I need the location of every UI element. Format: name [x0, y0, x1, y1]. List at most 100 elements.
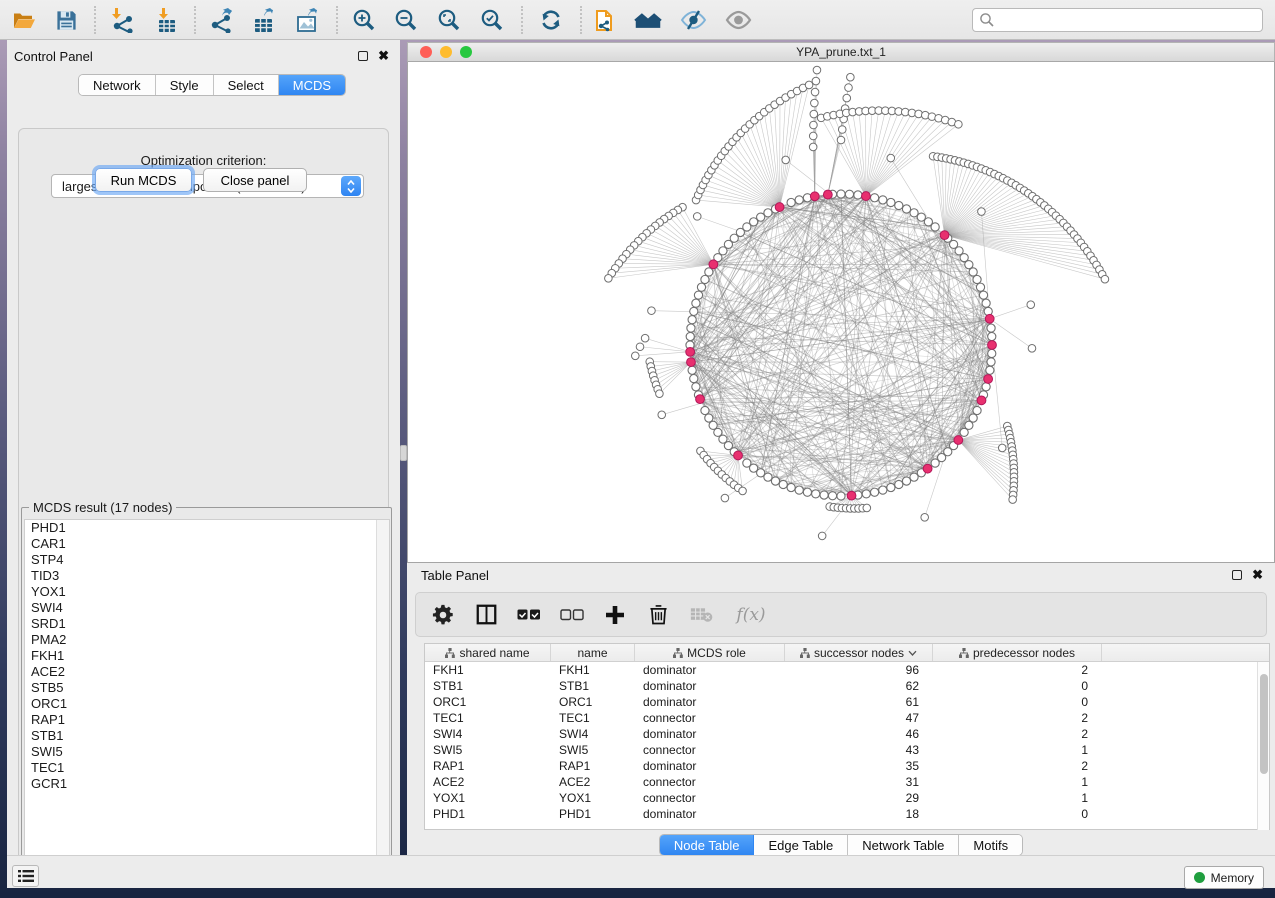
- network-node[interactable]: [837, 492, 845, 500]
- network-node[interactable]: [986, 366, 994, 374]
- leaf-node[interactable]: [810, 121, 818, 129]
- mcds-result-item[interactable]: SWI4: [25, 600, 389, 616]
- leaf-node[interactable]: [656, 390, 664, 398]
- network-node[interactable]: [988, 349, 996, 357]
- leaf-node[interactable]: [845, 84, 853, 92]
- network-node[interactable]: [895, 201, 903, 209]
- leaf-node[interactable]: [812, 77, 820, 85]
- network-node[interactable]: [705, 414, 713, 422]
- table-row[interactable]: YOX1YOX1connector291: [425, 790, 1269, 806]
- network-node[interactable]: [871, 488, 879, 496]
- network-graph[interactable]: [408, 62, 1274, 561]
- leaf-node[interactable]: [809, 132, 817, 140]
- network-node[interactable]: [795, 486, 803, 494]
- zoom-fit-button[interactable]: [435, 7, 463, 33]
- leaf-node[interactable]: [978, 208, 986, 216]
- mcds-result-list[interactable]: PHD1CAR1STP4TID3YOX1SWI4SRD1PMA2FKH1ACE2…: [24, 519, 390, 876]
- tab-mcds[interactable]: MCDS: [279, 75, 345, 95]
- save-session-button[interactable]: [52, 7, 80, 33]
- mcds-result-item[interactable]: SRD1: [25, 616, 389, 632]
- mcds-result-item[interactable]: STB1: [25, 728, 389, 744]
- select-all-rows-button[interactable]: [516, 602, 542, 628]
- network-node[interactable]: [690, 307, 698, 315]
- column-header-predecessor-nodes[interactable]: predecessor nodes: [933, 644, 1102, 661]
- tab-style[interactable]: Style: [156, 75, 214, 95]
- network-node[interactable]: [795, 196, 803, 204]
- mcds-result-item[interactable]: TID3: [25, 568, 389, 584]
- leaf-node[interactable]: [782, 156, 790, 164]
- column-header-mcds-role[interactable]: MCDS role: [635, 644, 785, 661]
- table-row[interactable]: ACE2ACE2connector311: [425, 774, 1269, 790]
- mcds-result-item[interactable]: SWI5: [25, 744, 389, 760]
- column-header-shared-name[interactable]: shared name: [425, 644, 551, 661]
- show-all-button[interactable]: [724, 7, 752, 33]
- mcds-result-item[interactable]: TEC1: [25, 760, 389, 776]
- table-row[interactable]: TEC1TEC1connector472: [425, 710, 1269, 726]
- mcds-result-item[interactable]: CAR1: [25, 536, 389, 552]
- network-node[interactable]: [690, 375, 698, 383]
- leaf-node[interactable]: [921, 513, 929, 521]
- leaf-node[interactable]: [1028, 345, 1036, 353]
- network-window-titlebar[interactable]: YPA_prune.txt_1: [407, 42, 1275, 62]
- mcds-hub-node[interactable]: [940, 231, 949, 240]
- column-header-successor-nodes[interactable]: successor nodes: [785, 644, 933, 661]
- control-panel-close-button[interactable]: ✖: [378, 51, 389, 61]
- control-panel-float-button[interactable]: [358, 51, 368, 61]
- export-image-button[interactable]: [293, 7, 321, 33]
- mcds-hub-node[interactable]: [696, 395, 705, 404]
- export-network-button[interactable]: [208, 7, 236, 33]
- mcds-list-scrollbar[interactable]: [376, 520, 389, 875]
- network-node[interactable]: [887, 198, 895, 206]
- network-node[interactable]: [787, 198, 795, 206]
- network-node[interactable]: [969, 268, 977, 276]
- network-node[interactable]: [764, 209, 772, 217]
- network-node[interactable]: [871, 194, 879, 202]
- delete-table-button[interactable]: [688, 602, 714, 628]
- mcds-hub-node[interactable]: [923, 464, 932, 473]
- network-node[interactable]: [973, 406, 981, 414]
- network-node[interactable]: [879, 196, 887, 204]
- network-node[interactable]: [879, 486, 887, 494]
- mcds-hub-node[interactable]: [823, 190, 832, 199]
- network-node[interactable]: [976, 283, 984, 291]
- import-table-button[interactable]: [152, 7, 180, 33]
- delete-column-button[interactable]: [645, 602, 671, 628]
- column-header-name[interactable]: name: [551, 644, 635, 661]
- leaf-node[interactable]: [810, 110, 818, 118]
- search-field[interactable]: [972, 8, 1263, 32]
- network-node[interactable]: [686, 332, 694, 340]
- mcds-result-item[interactable]: RAP1: [25, 712, 389, 728]
- mcds-hub-node[interactable]: [988, 341, 997, 350]
- leaf-node[interactable]: [805, 81, 813, 89]
- run-mcds-button[interactable]: Run MCDS: [95, 168, 192, 192]
- tab-network[interactable]: Network: [79, 75, 156, 95]
- network-node[interactable]: [820, 491, 828, 499]
- deselect-all-rows-button[interactable]: [559, 602, 585, 628]
- network-node[interactable]: [692, 299, 700, 307]
- mcds-hub-node[interactable]: [862, 192, 871, 201]
- network-node[interactable]: [845, 190, 853, 198]
- network-node[interactable]: [697, 283, 705, 291]
- network-node[interactable]: [987, 324, 995, 332]
- home-layouts-button[interactable]: [634, 7, 662, 33]
- network-node[interactable]: [862, 490, 870, 498]
- leaf-node[interactable]: [811, 88, 819, 96]
- leaf-node[interactable]: [818, 532, 826, 540]
- network-node[interactable]: [779, 480, 787, 488]
- mcds-result-item[interactable]: GCR1: [25, 776, 389, 792]
- network-node[interactable]: [764, 473, 772, 481]
- tab-network-table[interactable]: Network Table: [848, 835, 959, 855]
- table-row[interactable]: SWI5SWI5connector431: [425, 742, 1269, 758]
- leaf-node[interactable]: [605, 274, 613, 282]
- tab-motifs[interactable]: Motifs: [959, 835, 1022, 855]
- network-node[interactable]: [917, 213, 925, 221]
- panel-splitter-handle[interactable]: [400, 445, 407, 461]
- zoom-selected-button[interactable]: [478, 7, 506, 33]
- mcds-hub-node[interactable]: [847, 491, 856, 500]
- refresh-button[interactable]: [537, 7, 565, 33]
- leaf-node[interactable]: [811, 99, 819, 107]
- task-history-button[interactable]: [12, 865, 39, 887]
- leaf-node[interactable]: [1009, 496, 1017, 504]
- leaf-node[interactable]: [658, 411, 666, 419]
- leaf-node[interactable]: [843, 94, 851, 102]
